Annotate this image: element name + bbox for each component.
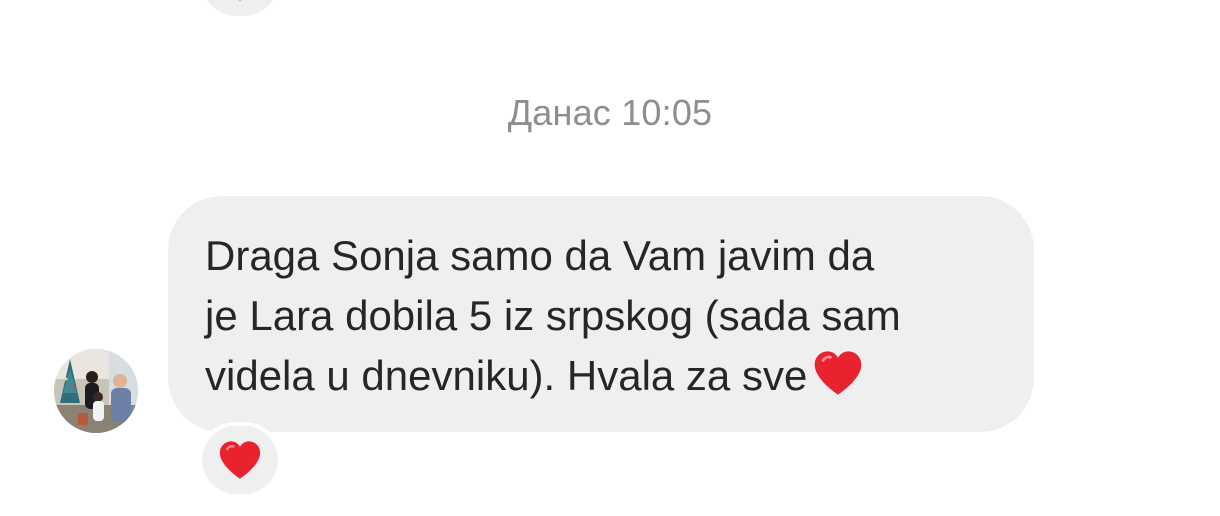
red-heart-emoji-icon <box>814 351 862 395</box>
message-bubble[interactable]: Draga Sonja samo da Vam javim da je Lara… <box>168 196 1034 432</box>
red-heart-icon <box>219 441 261 479</box>
message-text-line-1: Draga Sonja samo da Vam javim da <box>205 232 875 279</box>
message-timestamp: Данас 10:05 <box>507 92 713 133</box>
previous-message-reaction[interactable] <box>198 0 282 20</box>
sender-photo <box>54 349 138 433</box>
message-text-line-2: je Lara dobila 5 iz srpskog (sada sam <box>205 292 901 339</box>
sender-avatar[interactable] <box>54 349 138 433</box>
chat-thread: Данас 10:05 Draga Sonja samo da Vam javi… <box>0 0 1220 516</box>
red-heart-icon <box>238 0 242 1</box>
message-text-line-3-text: videla u dnevniku). Hvala za sve <box>205 352 808 399</box>
message-text-line-3: videla u dnevniku). Hvala za sve <box>205 346 1004 406</box>
message-reaction[interactable] <box>198 422 282 498</box>
